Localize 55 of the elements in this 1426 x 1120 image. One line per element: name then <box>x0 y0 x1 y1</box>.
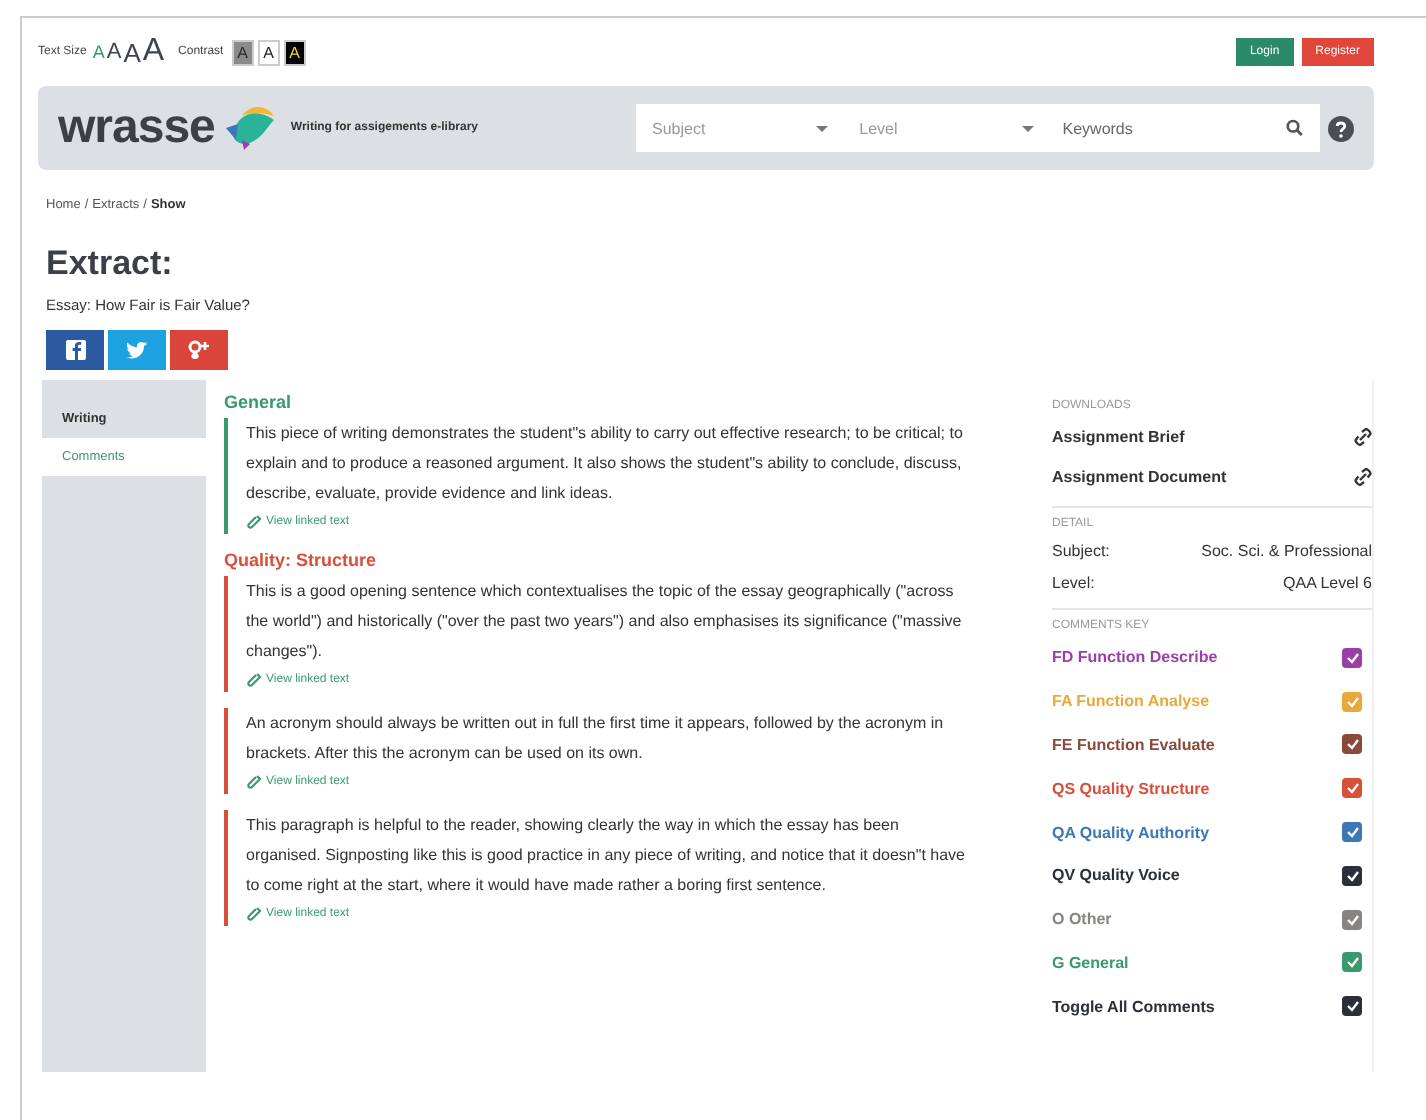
comment-text: This paragraph is helpful to the reader, showing clearly the way in which the essay has been organised. Signposting like this is good practice in any piece of writing, and notice that it doesn"t have to come right at the start, where it would have made rather a boring first sentence. <box>246 814 967 898</box>
help-icon[interactable] <box>1328 115 1354 141</box>
caret-icon <box>1022 125 1035 131</box>
twitter-share-button[interactable] <box>108 330 166 370</box>
comment-key-label: QV Quality Voice <box>1052 866 1180 885</box>
bird-icon <box>126 341 148 359</box>
detail-label: Subject: <box>1052 541 1110 559</box>
checkbox[interactable] <box>1342 909 1362 930</box>
comment-text: An acronym should always be written out in full the first time it appears, followed by the acronym in brackets. After this the acronym can be used on its own. <box>246 712 946 766</box>
page-title: Extract: <box>46 244 175 284</box>
contrast-option[interactable]: A <box>283 39 306 65</box>
checkbox[interactable] <box>1342 647 1362 668</box>
caret-icon <box>815 125 828 131</box>
checkbox[interactable] <box>1342 822 1362 843</box>
download-link[interactable]: Assignment Brief <box>1052 427 1185 445</box>
text-size-option[interactable]: A <box>92 42 105 62</box>
download-link[interactable]: Assignment Document <box>1052 467 1227 485</box>
comment-heading: Quality: Structure <box>224 550 379 570</box>
facebook-share-button[interactable] <box>46 330 104 370</box>
comment-text: This piece of writing demonstrates the student"s ability to carry out effective research; to be critical; to explain and to produce a reasoned argument. It also shows the student"s ability to conclude, discuss, describe, evaluate, provide evidence and link ideas. <box>246 422 965 506</box>
paperclip-icon <box>246 773 262 789</box>
detail-label: Level: <box>1052 573 1095 591</box>
checkbox[interactable] <box>1342 778 1362 799</box>
link-icon[interactable] <box>1354 467 1372 485</box>
comment-key-label: FE Function Evaluate <box>1052 735 1215 754</box>
paperclip-icon <box>246 905 262 921</box>
paperclip-icon <box>246 513 262 529</box>
comment-text: This is a good opening sentence which contextualises the topic of the essay geographically ("across the world") and historically ("over the past two years") and also emphasises its significance ("massive changes"). <box>246 580 964 664</box>
search-icon[interactable] <box>1286 118 1305 138</box>
detail-value: QAA Level 6 <box>1283 573 1372 591</box>
google-plus-icon <box>188 340 210 360</box>
comment-key-label: QA Quality Authority <box>1052 823 1210 842</box>
comment-key-label: FD Function Describe <box>1052 648 1218 667</box>
contrast-option[interactable]: A <box>257 39 280 65</box>
logo[interactable]: wrasse <box>58 100 215 156</box>
checkbox[interactable] <box>1342 691 1362 712</box>
contrast-option[interactable]: A <box>231 39 254 65</box>
checkbox[interactable] <box>1342 865 1362 886</box>
checkbox[interactable] <box>1342 734 1362 755</box>
paperclip-icon <box>246 671 262 687</box>
link-icon[interactable] <box>1354 427 1372 445</box>
text-size-option[interactable]: A <box>123 37 141 67</box>
google-plus-share-button[interactable] <box>170 330 228 370</box>
comment-key-label: O Other <box>1052 910 1112 929</box>
checkbox[interactable] <box>1342 996 1362 1017</box>
comment-key-label: QS Quality Structure <box>1052 779 1210 798</box>
comment-key-label: Toggle All Comments <box>1052 997 1215 1016</box>
comment-heading: General <box>224 392 294 412</box>
comment-key-label: G General <box>1052 953 1129 972</box>
text-size-option[interactable]: A <box>106 40 122 64</box>
comment-key-label: FA Function Analyse <box>1052 692 1210 711</box>
text-size-option[interactable]: A <box>142 34 165 70</box>
detail-value: Soc. Sci. & Professional <box>1201 541 1372 559</box>
facebook-icon <box>65 340 85 360</box>
checkbox[interactable] <box>1342 952 1362 973</box>
